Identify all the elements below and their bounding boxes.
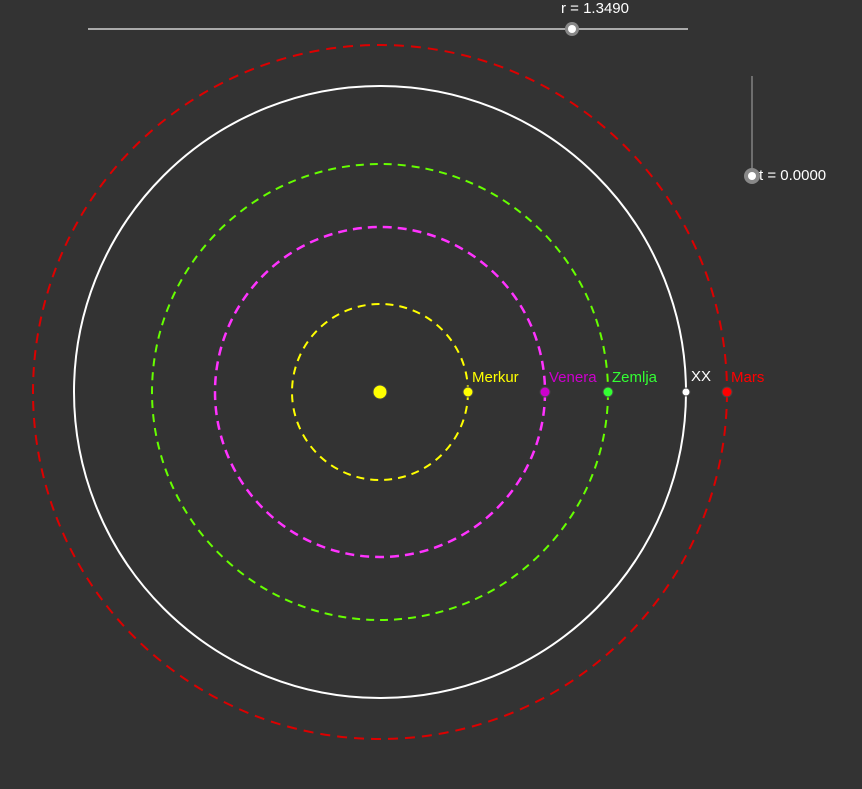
r-slider-handle[interactable] <box>565 22 579 36</box>
merkur-planet[interactable] <box>462 386 474 398</box>
zemlja-planet[interactable] <box>602 386 614 398</box>
r-slider[interactable]: r = 1.3490 <box>88 0 688 36</box>
mars-planet[interactable] <box>721 386 733 398</box>
r-slider-label: r = 1.3490 <box>561 0 629 17</box>
solar-system-canvas: r = 1.3490 t = 0.0000 Merkur Venera Zeml… <box>32 0 826 740</box>
xx-label: XX <box>691 368 711 385</box>
mars-label: Mars <box>731 369 764 386</box>
xx-planet[interactable] <box>681 387 691 397</box>
t-slider-handle[interactable] <box>744 168 760 184</box>
t-slider-label: t = 0.0000 <box>759 167 826 184</box>
t-slider[interactable]: t = 0.0000 <box>744 76 826 184</box>
sun <box>372 384 388 400</box>
zemlja-label: Zemlja <box>612 369 658 386</box>
venera-label: Venera <box>549 369 597 386</box>
venera-planet[interactable] <box>539 386 551 398</box>
merkur-label: Merkur <box>472 369 519 386</box>
